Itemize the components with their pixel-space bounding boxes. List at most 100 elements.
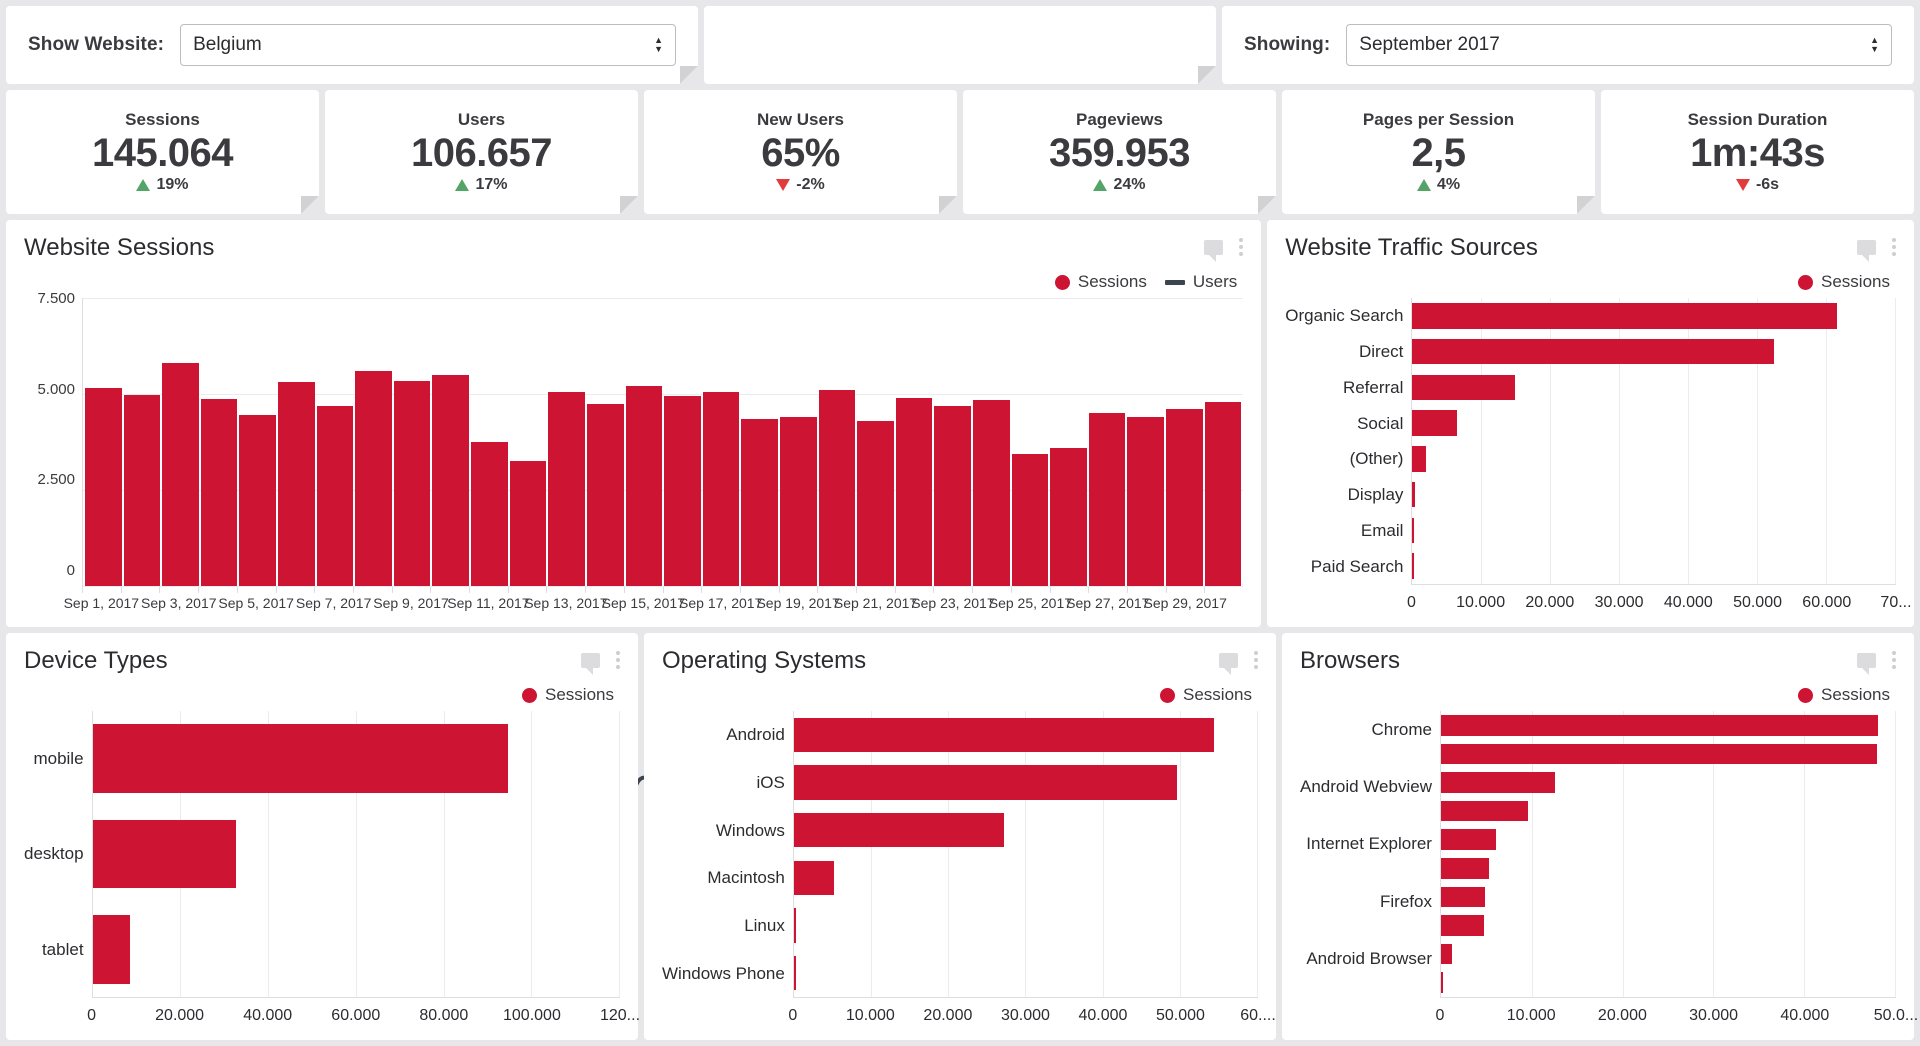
- bar[interactable]: [1441, 915, 1484, 936]
- kpi-card: Pageviews359.95324%: [963, 90, 1276, 214]
- legend-item-sessions[interactable]: Sessions: [1798, 272, 1890, 292]
- bar[interactable]: [1127, 417, 1164, 586]
- bar[interactable]: [664, 396, 701, 586]
- browsers-chart[interactable]: ChromeAndroid WebviewInternet ExplorerFi…: [1300, 711, 1896, 1030]
- legend-item-sessions[interactable]: Sessions: [522, 685, 614, 705]
- bar[interactable]: [510, 461, 547, 586]
- legend: Sessions: [1300, 685, 1890, 705]
- bar[interactable]: [93, 820, 237, 889]
- bar[interactable]: [794, 718, 1214, 752]
- bar[interactable]: [1412, 339, 1774, 365]
- bar[interactable]: [1441, 829, 1496, 850]
- bar[interactable]: [317, 406, 354, 586]
- bar[interactable]: [85, 388, 122, 586]
- comment-icon[interactable]: [1857, 653, 1876, 668]
- bar[interactable]: [1166, 409, 1203, 586]
- website-filter-card: Show Website: Belgium ▲▼: [6, 6, 698, 84]
- more-options-icon[interactable]: [1892, 651, 1896, 669]
- bar[interactable]: [1050, 448, 1087, 586]
- bar[interactable]: [394, 381, 431, 586]
- legend-item-users[interactable]: Users: [1165, 272, 1237, 292]
- bar[interactable]: [162, 363, 199, 586]
- legend-item-sessions[interactable]: Sessions: [1798, 685, 1890, 705]
- comment-icon[interactable]: [1219, 653, 1238, 668]
- arrow-up-icon: [136, 179, 150, 191]
- panel-device-types: Device Types Sessions mobiledesktoptable…: [6, 633, 638, 1040]
- more-options-icon[interactable]: [1892, 238, 1896, 256]
- comment-icon[interactable]: [581, 653, 600, 668]
- bar[interactable]: [1412, 553, 1414, 579]
- legend-item-sessions[interactable]: Sessions: [1160, 685, 1252, 705]
- bar[interactable]: [355, 371, 392, 586]
- category-labels: mobiledesktoptablet: [24, 711, 92, 997]
- bar[interactable]: [794, 765, 1178, 799]
- bar[interactable]: [1441, 944, 1452, 965]
- bar[interactable]: [794, 861, 834, 895]
- spinner-arrows-icon[interactable]: ▲▼: [654, 37, 663, 53]
- traffic-sources-chart[interactable]: Organic SearchDirectReferralSocial(Other…: [1285, 298, 1896, 617]
- bar[interactable]: [794, 813, 1004, 847]
- bar[interactable]: [471, 442, 508, 586]
- bar[interactable]: [794, 908, 796, 942]
- bar[interactable]: [548, 392, 585, 586]
- website-select[interactable]: Belgium ▲▼: [180, 24, 676, 66]
- period-select[interactable]: September 2017 ▲▼: [1346, 24, 1892, 66]
- bar[interactable]: [93, 724, 508, 793]
- bar[interactable]: [1441, 972, 1443, 993]
- bar[interactable]: [1089, 413, 1126, 586]
- panel-tools: [1857, 234, 1896, 256]
- bar[interactable]: [1412, 410, 1457, 436]
- kpi-title: Session Duration: [1688, 110, 1828, 130]
- x-tick-label: 30.000: [1001, 1007, 1050, 1025]
- bar[interactable]: [1412, 375, 1515, 401]
- bar[interactable]: [1441, 772, 1555, 793]
- bar[interactable]: [587, 404, 624, 586]
- bar[interactable]: [1441, 887, 1485, 908]
- plot-area: ChromeAndroid WebviewInternet ExplorerFi…: [1300, 711, 1896, 997]
- legend-item-sessions[interactable]: Sessions: [1055, 272, 1147, 292]
- device-types-chart[interactable]: mobiledesktoptablet020.00040.00060.00080…: [24, 711, 620, 1030]
- x-tick-label: 60.000: [1802, 594, 1851, 612]
- bar[interactable]: [1441, 801, 1528, 822]
- gridline: [1895, 711, 1896, 997]
- bar[interactable]: [934, 406, 971, 586]
- bar[interactable]: [278, 382, 315, 586]
- bar[interactable]: [1012, 454, 1049, 586]
- x-axis-labels: 020.00040.00060.00080.000100.000120...: [92, 1004, 620, 1030]
- more-options-icon[interactable]: [1239, 238, 1243, 256]
- bar[interactable]: [1205, 402, 1242, 586]
- more-options-icon[interactable]: [1254, 651, 1258, 669]
- comment-icon[interactable]: [1857, 240, 1876, 255]
- bar[interactable]: [239, 415, 276, 586]
- spinner-arrows-icon[interactable]: ▲▼: [1870, 37, 1879, 53]
- bar[interactable]: [432, 375, 469, 586]
- bar[interactable]: [1412, 303, 1837, 329]
- bar[interactable]: [201, 399, 238, 586]
- bar[interactable]: [780, 417, 817, 586]
- category-label: desktop: [24, 845, 84, 862]
- bar[interactable]: [1412, 446, 1426, 472]
- bar[interactable]: [794, 956, 796, 990]
- bar[interactable]: [1441, 858, 1489, 879]
- comment-icon[interactable]: [1204, 240, 1223, 255]
- bar[interactable]: [1412, 518, 1414, 544]
- bar[interactable]: [93, 915, 130, 984]
- bar[interactable]: [1441, 744, 1877, 765]
- bar[interactable]: [1412, 482, 1415, 508]
- bar[interactable]: [857, 421, 894, 586]
- x-tick-label: 40.000: [1078, 1007, 1127, 1025]
- gridline: [1025, 711, 1026, 997]
- bar[interactable]: [1441, 715, 1878, 736]
- operating-systems-chart[interactable]: AndroidiOSWindowsMacintoshLinuxWindows P…: [662, 711, 1258, 1030]
- bar[interactable]: [124, 395, 161, 586]
- bar[interactable]: [973, 400, 1010, 586]
- website-sessions-chart[interactable]: 7.5005.0002.5000Sep 1, 2017Sep 3, 2017Se…: [24, 298, 1243, 617]
- bar[interactable]: [626, 386, 663, 586]
- x-axis: [793, 997, 1258, 1004]
- bar[interactable]: [703, 392, 740, 586]
- gridline: [948, 711, 949, 997]
- bar[interactable]: [896, 398, 933, 586]
- more-options-icon[interactable]: [616, 651, 620, 669]
- bar[interactable]: [819, 390, 856, 586]
- bar[interactable]: [741, 419, 778, 586]
